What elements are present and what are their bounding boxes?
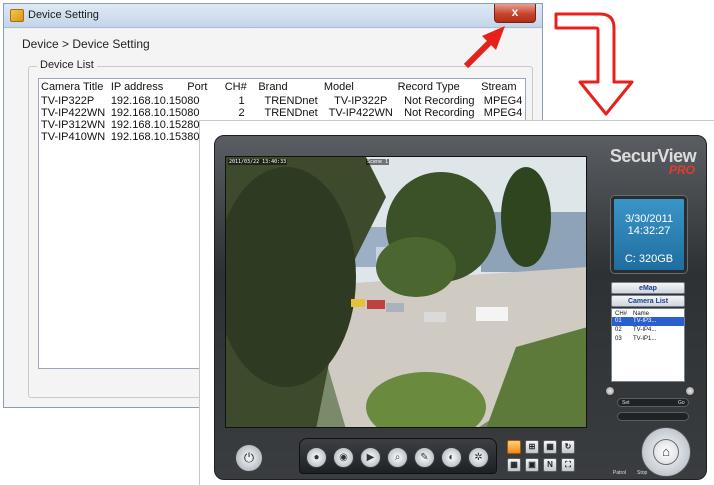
layout-2x2-icon[interactable]: ⊞ bbox=[525, 440, 539, 454]
camera-list[interactable]: CH# Name 01 TV-IP3... 02 TV-IP4... 03 TV… bbox=[611, 308, 685, 382]
preset-set-label[interactable]: Set bbox=[622, 400, 630, 406]
search-icon[interactable]: ⌕ bbox=[387, 447, 408, 468]
audio-icon[interactable]: ◐ bbox=[441, 447, 462, 468]
disk-space: C: 320GB bbox=[624, 253, 674, 265]
camera-feed-image bbox=[226, 157, 586, 427]
brand-logo: SecurView PRO bbox=[603, 146, 703, 177]
layout-3x3-icon[interactable]: ▦ bbox=[543, 440, 557, 454]
camera-list-item[interactable]: 02 TV-IP4... bbox=[612, 326, 684, 335]
camera-list-item[interactable]: 01 TV-IP3... bbox=[612, 317, 684, 326]
preset-go-label[interactable]: Go bbox=[678, 400, 685, 406]
patrol-button[interactable]: Patrol bbox=[613, 470, 626, 476]
camera-name: TV-IP1... bbox=[633, 336, 657, 342]
sequence-icon[interactable]: ▣ bbox=[525, 458, 539, 472]
ptz-control: Set Go ⌂ Patrol Stop bbox=[601, 384, 701, 480]
zoom-out-knob[interactable] bbox=[605, 386, 615, 396]
emap-button[interactable]: eMap bbox=[611, 282, 685, 294]
rotate-icon[interactable]: ↻ bbox=[561, 440, 575, 454]
fullscreen-icon[interactable]: ⛶ bbox=[561, 458, 575, 472]
securview-window: 2011/03/22 13:40:33 Scene 1 SecurView PR… bbox=[199, 120, 714, 485]
stop-button[interactable]: Stop bbox=[637, 470, 647, 476]
camera-list-header: CH# Name bbox=[612, 309, 684, 317]
camera-name: TV-IP3... bbox=[633, 318, 657, 324]
curved-down-arrow-icon bbox=[554, 12, 634, 116]
layout-4x4-icon[interactable]: ▦ bbox=[507, 458, 521, 472]
edit-icon[interactable]: ✎ bbox=[414, 447, 435, 468]
power-icon[interactable]: ⏻ bbox=[235, 444, 263, 472]
function-buttons: ● ◉ ▶ ⌕ ✎ ◐ ✲ bbox=[299, 438, 497, 474]
pointer-arrow-icon bbox=[463, 26, 505, 69]
camera-channel: 01 bbox=[615, 318, 622, 324]
play-icon[interactable]: ▶ bbox=[360, 447, 381, 468]
camera-list-button[interactable]: Camera List bbox=[611, 295, 685, 307]
osd-timestamp: 2011/03/22 13:40:33 bbox=[228, 159, 288, 165]
speed-slider[interactable] bbox=[617, 412, 689, 421]
clock-date: 3/30/2011 bbox=[624, 213, 674, 225]
camera-channel: 02 bbox=[615, 327, 622, 333]
layout-selector: ⊞ ▦ ↻ ▦ ▣ N ⛶ bbox=[507, 438, 583, 474]
settings-icon[interactable]: ✲ bbox=[468, 447, 489, 468]
layout-1x1-icon[interactable] bbox=[507, 440, 521, 454]
record-icon[interactable]: ● bbox=[306, 447, 327, 468]
clock-time: 14:32:27 bbox=[627, 225, 671, 237]
live-video-view[interactable]: 2011/03/22 13:40:33 Scene 1 bbox=[225, 156, 587, 428]
securview-frame: 2011/03/22 13:40:33 Scene 1 SecurView PR… bbox=[214, 135, 707, 480]
osd-camera-name: Scene 1 bbox=[366, 159, 390, 165]
bottom-toolbar: ⏻ ● ◉ ▶ ⌕ ✎ ◐ ✲ ⊞ ▦ ↻ ▦ ▣ N ⛶ bbox=[225, 434, 587, 476]
layout-n-icon[interactable]: N bbox=[543, 458, 557, 472]
clock-panel: 3/30/2011 14:32:27 C: 320GB bbox=[611, 196, 687, 273]
zoom-in-knob[interactable] bbox=[685, 386, 695, 396]
snapshot-icon[interactable]: ◉ bbox=[333, 447, 354, 468]
camera-list-item[interactable]: 03 TV-IP1... bbox=[612, 335, 684, 344]
home-icon[interactable]: ⌂ bbox=[653, 439, 679, 465]
camera-channel: 03 bbox=[615, 336, 622, 342]
camera-name: TV-IP4... bbox=[633, 327, 657, 333]
preset-bar: Set Go bbox=[617, 398, 689, 407]
